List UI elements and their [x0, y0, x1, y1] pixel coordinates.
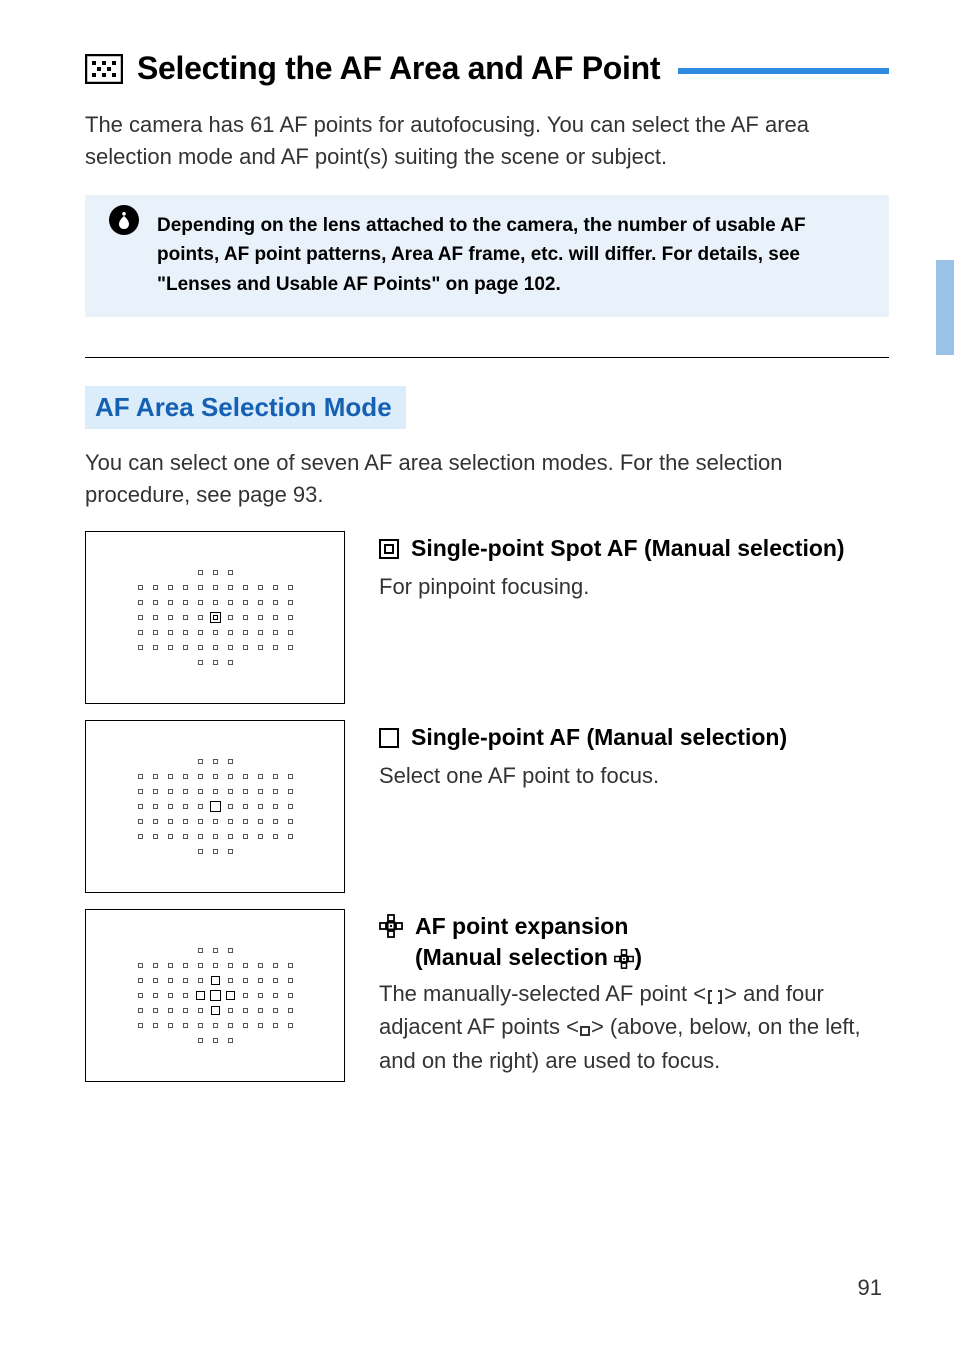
af-area-selection-heading: AF Area Selection Mode — [85, 386, 406, 429]
expand-af-icon-inline — [614, 943, 634, 974]
mode-single-desc: Select one AF point to focus. — [379, 760, 889, 792]
lens-note-box: Depending on the lens attached to the ca… — [85, 195, 889, 317]
title-rule — [678, 68, 889, 74]
adjacent-point-icon — [579, 1013, 591, 1045]
mode-spot-desc: For pinpoint focusing. — [379, 571, 889, 603]
af-point-bracket-icon — [706, 980, 724, 1012]
mode-spot-title: Single-point Spot AF (Manual selection) — [411, 533, 845, 564]
mode-single-title-row: Single-point AF (Manual selection) — [379, 722, 889, 756]
page-number: 91 — [858, 1275, 882, 1301]
section-divider — [85, 357, 889, 358]
lens-note-text: Depending on the lens attached to the ca… — [157, 215, 806, 295]
expand-af-icon — [379, 914, 403, 946]
mode-expand-title-row: AF point expansion (Manual selection ) — [379, 911, 889, 974]
intro-paragraph: The camera has 61 AF points for autofocu… — [85, 109, 889, 173]
page-title: Selecting the AF Area and AF Point — [137, 50, 660, 87]
mode-expand-title-line1: AF point expansion — [415, 913, 628, 939]
mode-single-title: Single-point AF (Manual selection) — [411, 722, 787, 753]
page-title-row: Selecting the AF Area and AF Point — [85, 50, 889, 87]
mode-expand-desc-a: The manually-selected AF point < — [379, 981, 706, 1006]
mode-expand-title-line2-prefix: (Manual selection — [415, 944, 614, 970]
mode-expand-af: AF point expansion (Manual selection ) T… — [85, 909, 889, 1082]
mode-expand-desc: The manually-selected AF point <> and fo… — [379, 978, 889, 1076]
mode-single-af: Single-point AF (Manual selection) Selec… — [85, 720, 889, 893]
mode-spot-af: Single-point Spot AF (Manual selection) … — [85, 531, 889, 704]
diagram-spot-af — [85, 531, 345, 704]
af-grid-icon — [85, 54, 123, 84]
mode-expand-title-line2-suffix: ) — [634, 944, 642, 970]
page-side-tab — [936, 260, 954, 355]
mode-expand-title: AF point expansion (Manual selection ) — [415, 911, 642, 974]
mode-spot-title-row: Single-point Spot AF (Manual selection) — [379, 533, 889, 567]
section-intro-paragraph: You can select one of seven AF area sele… — [85, 447, 889, 511]
diagram-expand-af — [85, 909, 345, 1082]
spot-af-icon — [379, 536, 399, 567]
diagram-single-af — [85, 720, 345, 893]
warning-icon — [109, 205, 139, 235]
single-af-icon — [379, 725, 399, 756]
